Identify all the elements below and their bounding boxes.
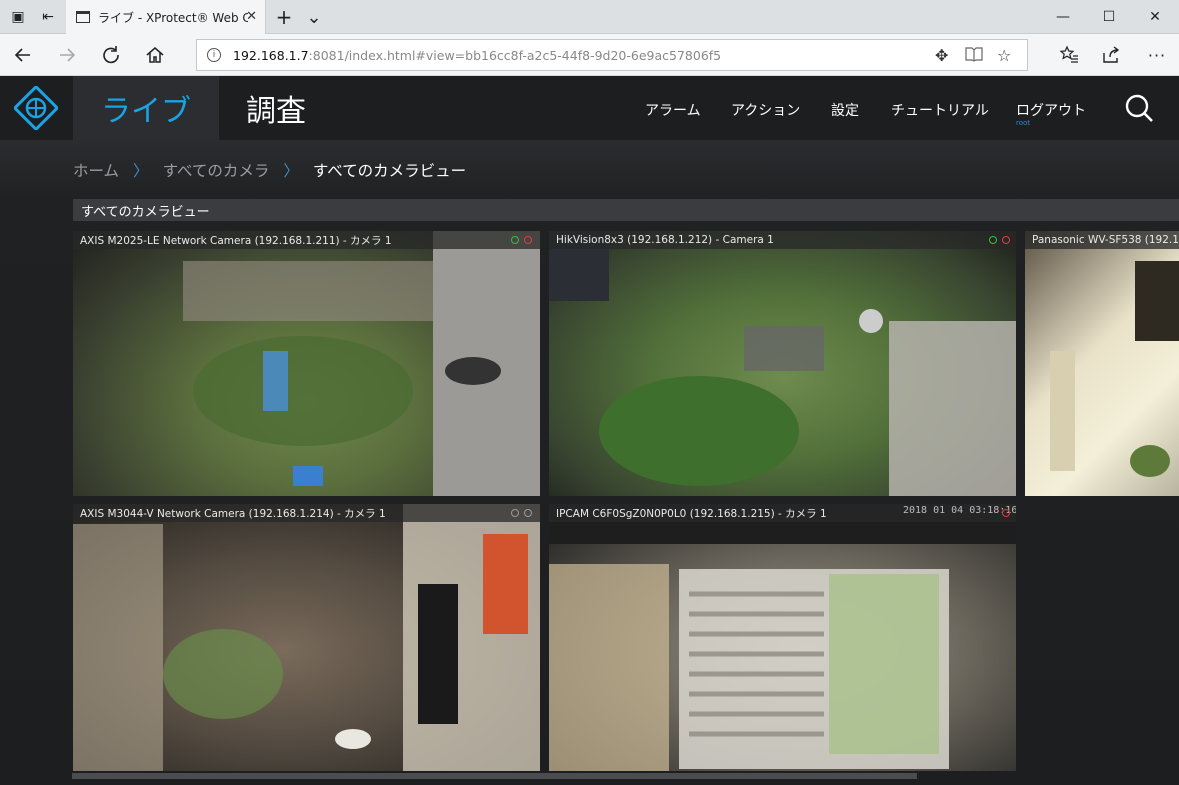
breadcrumb-home[interactable]: ホーム (73, 159, 119, 181)
camera-feed-image (549, 231, 1016, 496)
recording-status-icon (524, 236, 532, 244)
maximize-button[interactable]: ☐ (1086, 0, 1132, 34)
back-arrow-icon[interactable] (6, 39, 40, 71)
live-status-icon (989, 236, 997, 244)
tab-preview-icon[interactable]: ▣ (4, 0, 32, 34)
camera-label: AXIS M2025-LE Network Camera (192.168.1.… (73, 231, 540, 249)
breadcrumb-separator: 〉 (133, 162, 149, 180)
more-menu-icon[interactable]: ··· (1140, 39, 1174, 71)
address-bar[interactable]: i 192.168.1.7 :8081/index.html#view=bb16… (196, 39, 1028, 71)
camera-timestamp: 2018 01 04 03:18:16 (903, 505, 1016, 516)
forward-arrow-icon[interactable] (50, 39, 84, 71)
close-window-button[interactable]: ✕ (1132, 0, 1178, 34)
camera-label: AXIS M3044-V Network Camera (192.168.1.2… (73, 504, 540, 522)
menu-actions[interactable]: アクション (731, 100, 800, 120)
tab-close-icon[interactable]: ✕ (246, 9, 257, 24)
xprotect-logo-icon[interactable] (14, 86, 58, 130)
recording-status-icon (1002, 509, 1010, 517)
recording-status-icon (1002, 236, 1010, 244)
reading-view-icon[interactable] (965, 46, 983, 66)
refresh-icon[interactable] (94, 39, 128, 71)
browser-nav-bar: i 192.168.1.7 :8081/index.html#view=bb16… (0, 34, 1179, 76)
menu-settings[interactable]: 設定 (831, 100, 859, 120)
tab-investigation[interactable]: 調査 (246, 76, 306, 140)
camera-tile[interactable]: AXIS M2025-LE Network Camera (192.168.1.… (73, 231, 540, 496)
tab-list-chevron-icon[interactable]: ⌄ (302, 0, 326, 34)
app-header: ライブ 調査 アラーム アクション 設定 チュートリアル ログアウト root (0, 76, 1179, 140)
url-host: 192.168.1.7 (233, 47, 309, 63)
site-info-icon[interactable]: i (207, 48, 221, 62)
camera-feed-image (549, 504, 1016, 771)
extension-icon[interactable]: ✥ (935, 46, 948, 65)
live-status-icon (511, 509, 519, 517)
favorites-hub-icon[interactable] (1052, 39, 1086, 71)
minimize-button[interactable]: — (1040, 0, 1086, 34)
tab-title: ライブ - XProtect® Web C (98, 10, 248, 25)
breadcrumb-separator: 〉 (283, 162, 299, 180)
live-status-icon (511, 236, 519, 244)
camera-label: HikVision8x3 (192.168.1.212) - Camera 1 (549, 231, 1016, 249)
camera-feed-image (1050, 261, 1179, 477)
browser-tab[interactable]: ライブ - XProtect® Web C ✕ (66, 0, 266, 34)
camera-tile[interactable]: IPCAM C6F0SgZ0N0P0L0 (192.168.1.215) - カ… (549, 504, 1016, 771)
browser-tab-bar: ▣ ⇤ ライブ - XProtect® Web C ✕ + ⌄ — ☐ ✕ (0, 0, 1179, 34)
view-title: すべてのカメラビュー (73, 199, 1179, 221)
recording-status-icon (524, 509, 532, 517)
menu-alarms[interactable]: アラーム (645, 100, 701, 120)
menu-tutorial[interactable]: チュートリアル (891, 100, 989, 120)
breadcrumb-all-cameras[interactable]: すべてのカメラ (163, 159, 270, 181)
camera-tile[interactable]: Panasonic WV-SF538 (192.168. (1025, 231, 1179, 496)
breadcrumb: ホーム 〉 すべてのカメラ 〉 すべてのカメラビュー (73, 159, 466, 181)
url-path: :8081/index.html#view=bb16cc8f-a2c5-44f8… (308, 47, 722, 63)
horizontal-scrollbar[interactable] (72, 773, 917, 779)
menu-logout[interactable]: ログアウト (1016, 100, 1086, 120)
favorite-star-icon[interactable]: ☆ (997, 46, 1011, 65)
logged-in-user: root (1016, 119, 1031, 127)
share-icon[interactable] (1094, 39, 1128, 71)
camera-tile[interactable]: AXIS M3044-V Network Camera (192.168.1.2… (73, 504, 540, 771)
camera-feed-image (183, 231, 540, 496)
tab-live[interactable]: ライブ (73, 76, 219, 140)
camera-label: Panasonic WV-SF538 (192.168. (1025, 231, 1179, 249)
search-icon[interactable] (1124, 93, 1154, 123)
home-icon[interactable] (138, 39, 172, 71)
page-icon (76, 11, 90, 23)
set-aside-tabs-icon[interactable]: ⇤ (34, 0, 62, 34)
new-tab-button[interactable]: + (272, 0, 296, 34)
camera-tile[interactable]: HikVision8x3 (192.168.1.212) - Camera 1 (549, 231, 1016, 496)
camera-feed-image (73, 504, 540, 771)
breadcrumb-current: すべてのカメラビュー (312, 162, 467, 180)
